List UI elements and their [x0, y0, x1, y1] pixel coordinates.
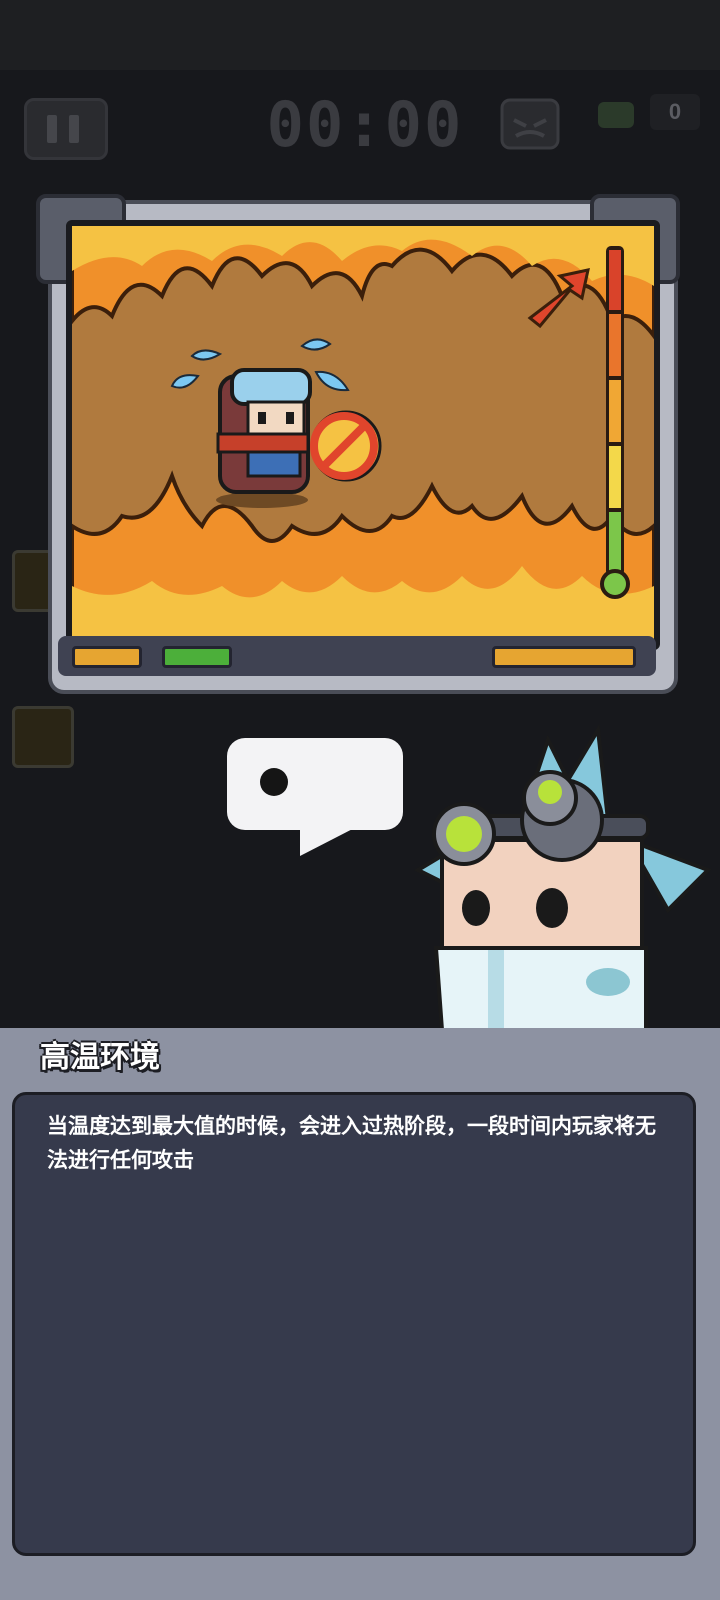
status-light [492, 646, 636, 668]
speech-bubble [227, 738, 403, 830]
dot-icon [260, 768, 288, 796]
monitor-status-bar [58, 636, 656, 676]
tutorial-monitor [36, 194, 680, 694]
game-timer: 00:00 [266, 88, 464, 161]
kill-counter-icon [598, 102, 634, 128]
pause-button [24, 98, 108, 160]
speech-bubble-tail [300, 820, 370, 856]
pause-icon [47, 115, 57, 143]
scientist-guide [413, 723, 712, 1030]
overheat-scene [72, 226, 654, 644]
description-text: 当温度达到最大值的时候，会进入过热阶段，一段时间内玩家将无法进行任何攻击 [47, 1114, 656, 1172]
status-light [72, 646, 142, 668]
description-box: 当温度达到最大值的时候，会进入过热阶段，一段时间内玩家将无法进行任何攻击 [12, 1092, 696, 1556]
enemy-skull-icon [500, 98, 560, 150]
status-light [162, 646, 232, 668]
panel-title: 高温环境 [40, 1040, 160, 1075]
kill-count: 0 [650, 94, 700, 130]
top-bar [0, 0, 720, 70]
pause-icon-bar [69, 115, 79, 143]
tutorial-illustration [66, 220, 660, 650]
side-skill-slot [12, 706, 74, 768]
